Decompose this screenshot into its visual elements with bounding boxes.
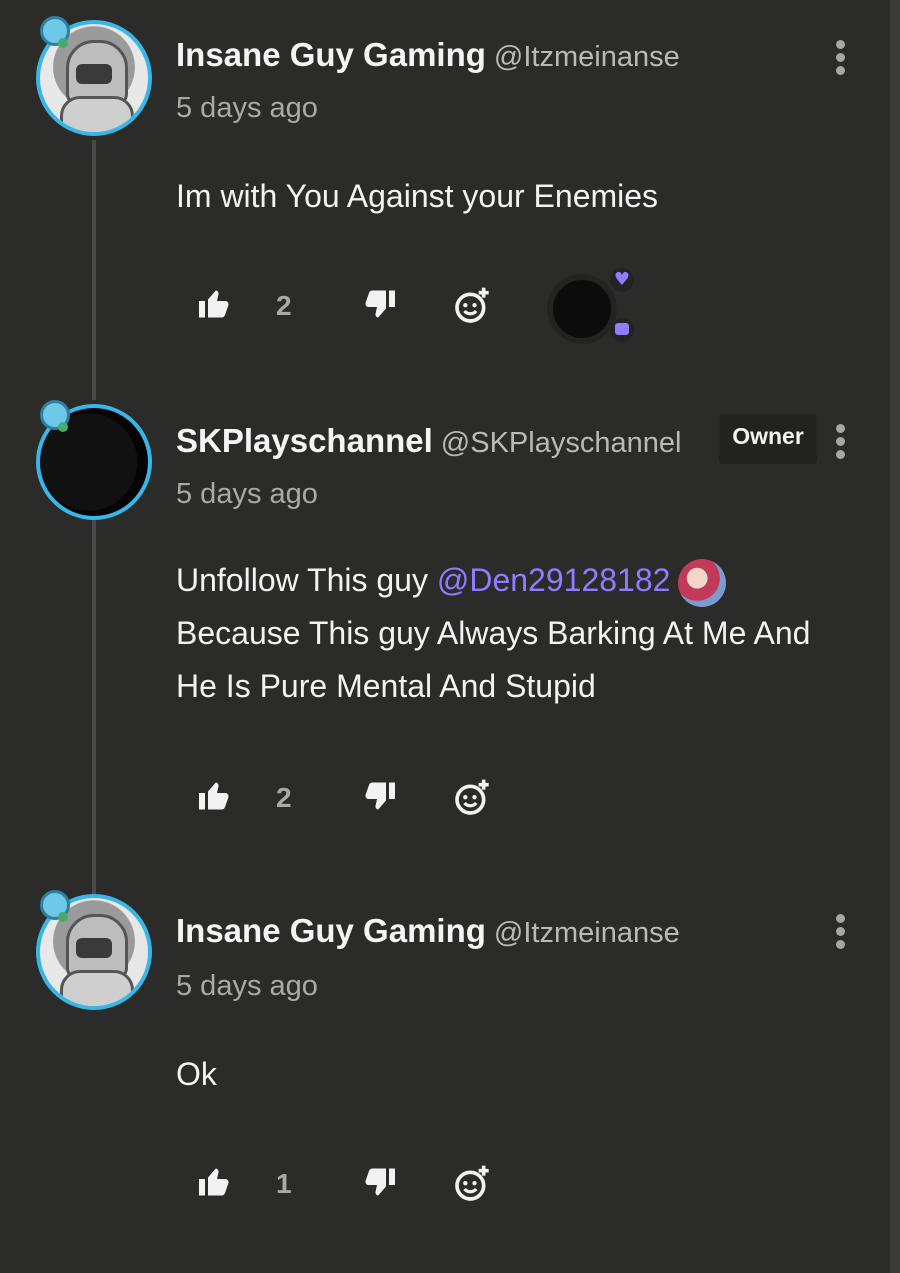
more-dot — [835, 927, 845, 936]
author-name: Insane Guy Gaming — [176, 912, 486, 949]
like-button[interactable] — [196, 286, 236, 326]
comment-author[interactable]: SKPlayschannel @SKPlayschannel — [176, 422, 681, 460]
owner-badge: Owner — [719, 414, 817, 464]
emoji-add-icon — [455, 287, 489, 323]
thumbs-up-icon — [199, 290, 229, 318]
creator-avatar — [547, 274, 617, 344]
creator-reaction[interactable]: ♥ — [535, 268, 645, 348]
comment-timestamp: 5 days ago — [176, 970, 318, 1002]
thumbs-up-icon — [199, 782, 229, 810]
avatar-body — [60, 970, 134, 1006]
author-name: Insane Guy Gaming — [176, 36, 486, 73]
author-handle: @Itzmeinanse — [493, 41, 680, 73]
comment-item: SKPlayschannel @SKPlayschannel Owner 5 da… — [0, 390, 890, 860]
dislike-button[interactable] — [362, 286, 402, 326]
more-vertical-icon — [835, 424, 845, 433]
add-reaction-button[interactable] — [452, 286, 492, 326]
comment-text-start: Unfollow This guy — [176, 562, 437, 598]
profile-decoration-tail — [58, 422, 68, 432]
avatar[interactable] — [36, 16, 152, 136]
more-dot — [835, 53, 845, 62]
avatar[interactable] — [36, 400, 152, 520]
avatar-mask — [76, 64, 112, 84]
thumbs-down-icon — [365, 290, 395, 318]
more-dot — [835, 437, 845, 446]
emoji-add-icon — [455, 1165, 489, 1201]
user-mention-link[interactable]: @Den29128182 — [437, 562, 671, 598]
like-count: 2 — [276, 782, 292, 813]
comment-author[interactable]: Insane Guy Gaming @Itzmeinanse — [176, 36, 680, 74]
thumbs-down-icon — [365, 782, 395, 810]
more-options-button[interactable] — [830, 424, 850, 464]
comment-item: Insane Guy Gaming @Itzmeinanse 5 days ago… — [0, 0, 890, 380]
avatar-body — [60, 96, 134, 132]
comment-timestamp: 5 days ago — [176, 92, 318, 124]
reply-icon — [610, 318, 634, 342]
mention-avatar — [678, 558, 727, 607]
more-vertical-icon — [835, 40, 845, 49]
dislike-button[interactable] — [362, 1164, 402, 1204]
author-handle: @Itzmeinanse — [493, 917, 680, 949]
thumbs-down-icon — [365, 1168, 395, 1196]
like-count: 1 — [276, 1168, 292, 1199]
heart-icon: ♥ — [610, 268, 634, 292]
comment-text: Ok — [176, 1056, 217, 1092]
avatar[interactable] — [36, 890, 152, 1010]
thumbs-up-icon — [199, 1168, 229, 1196]
more-dot — [835, 450, 845, 459]
comment-item: Insane Guy Gaming @Itzmeinanse 5 days ago… — [0, 880, 890, 1240]
comment-author[interactable]: Insane Guy Gaming @Itzmeinanse — [176, 912, 680, 950]
more-options-button[interactable] — [830, 40, 850, 80]
author-name: SKPlayschannel — [176, 422, 433, 459]
like-button[interactable] — [196, 1164, 236, 1204]
comment-text: Unfollow This guy @Den29128182 Because T… — [176, 554, 816, 713]
profile-decoration-tail — [58, 912, 68, 922]
avatar-mask — [76, 938, 112, 958]
more-dot — [835, 940, 845, 949]
more-dot — [835, 66, 845, 75]
emoji-add-icon — [455, 779, 489, 815]
scrollbar-track[interactable] — [890, 0, 900, 1273]
add-reaction-button[interactable] — [452, 778, 492, 818]
comments-screen: Insane Guy Gaming @Itzmeinanse 5 days ago… — [0, 0, 900, 1273]
more-vertical-icon — [835, 914, 845, 923]
like-button[interactable] — [196, 778, 236, 818]
dislike-button[interactable] — [362, 778, 402, 818]
profile-decoration-tail — [58, 38, 68, 48]
comment-actions: 1 — [196, 1164, 696, 1214]
comment-text: Im with You Against your Enemies — [176, 178, 659, 214]
add-reaction-button[interactable] — [452, 1164, 492, 1204]
comment-timestamp: 5 days ago — [176, 478, 318, 510]
author-handle: @SKPlayschannel — [440, 427, 682, 459]
more-options-button[interactable] — [830, 914, 850, 954]
like-count: 2 — [276, 290, 292, 321]
comment-text-end: Because This guy Always Barking At Me An… — [176, 615, 811, 704]
comment-actions: 2 — [196, 778, 696, 828]
